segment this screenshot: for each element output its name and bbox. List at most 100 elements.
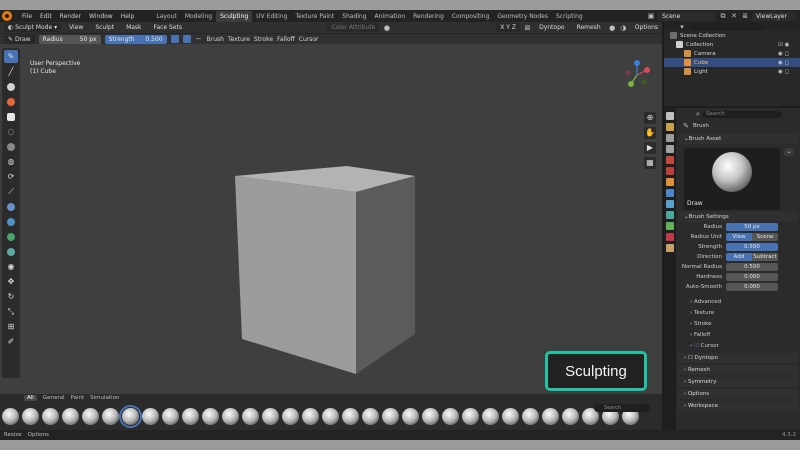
filter-icon[interactable]: ▾ [678,23,686,31]
outliner-row-collection[interactable]: Collection ☑ ◉ [664,40,800,49]
subpanel-advanced[interactable]: › Advanced [676,296,800,307]
brush-thumbnail[interactable] [222,407,239,425]
tool-annotate[interactable]: ✐ [4,335,18,348]
tool-transform[interactable]: ⊞ [4,320,18,333]
brush-thumbnail[interactable] [182,407,199,425]
brush-thumbnail[interactable] [502,407,519,425]
symmetry-toggles[interactable]: X Y Z [496,23,520,32]
menu-face-sets[interactable]: Face Sets [150,23,186,32]
tab-texture-paint[interactable]: Texture Paint [291,11,338,22]
brush-thumbnail[interactable] [2,407,19,425]
object-tab-icon[interactable] [666,178,674,186]
tool-trim[interactable]: ⟳ [4,170,18,183]
cursor-menu[interactable]: Cursor [299,36,319,43]
grid-icon[interactable]: ▦ [644,157,656,169]
remesh-panel-header[interactable]: › Remesh [678,365,798,375]
tool-lasso[interactable]: ◌ [4,125,18,138]
direction-subtract[interactable]: Subtract [752,253,778,261]
tool-paint[interactable] [4,80,18,93]
tool-face-set[interactable]: ◍ [4,155,18,168]
zoom-icon[interactable]: ⊕ [644,112,656,124]
outliner-search-input[interactable] [692,23,762,30]
visibility-eye-icon[interactable]: ◉ ◻ [778,60,794,66]
3d-viewport[interactable]: User Perspective (1) Cube ⊕ ✋ ▶ ▦ Sculpt… [0,44,662,398]
radius-value-field[interactable]: 50 px [726,223,778,231]
subpanel-falloff[interactable]: › Falloff [676,329,800,340]
tool-rotate[interactable]: ↻ [4,290,18,303]
dyntopo-menu[interactable]: Dyntopo [535,23,568,32]
radius-unit-scene[interactable]: Scene [752,233,778,241]
symmetry-panel-header[interactable]: › Symmetry [678,377,798,387]
brush-thumbnail[interactable] [22,407,39,425]
particles-tab-icon[interactable] [666,200,674,208]
menu-window[interactable]: Window [85,13,117,20]
dyntopo-panel-header[interactable]: › ☐ Dyntopo [678,353,798,363]
visibility-eye-icon[interactable]: ◉ ◻ [778,69,794,75]
checkbox-checked-icon[interactable]: ☑ [694,343,701,349]
lock-icon[interactable]: ⊠ [524,24,531,32]
brush-thumbnail[interactable] [342,407,359,425]
menu-help[interactable]: Help [117,13,139,20]
brush-thumbnail[interactable] [262,407,279,425]
strength-field[interactable]: Strength 0.500 [104,34,167,44]
brush-menu[interactable]: Brush [207,36,224,43]
color-attribute-button[interactable]: Color Attribute [327,23,380,32]
brush-thumbnail[interactable] [242,407,259,425]
normal-radius-field[interactable]: 0.500 [726,263,778,271]
brush-thumbnail[interactable] [522,407,539,425]
tool-line[interactable]: ╱ [4,65,18,78]
output-tab-icon[interactable] [666,134,674,142]
tool-move[interactable]: ✥ [4,275,18,288]
brush-thumbnail[interactable] [322,407,339,425]
mode-dropdown[interactable]: ◐ Sculpt Mode ▾ [4,23,62,32]
menu-mask[interactable]: Mask [122,23,145,32]
data-tab-icon[interactable] [666,222,674,230]
texture-tab-icon[interactable] [666,244,674,252]
direction-add[interactable]: Add [726,253,752,261]
menu-file[interactable]: File [18,13,36,20]
falloff-menu[interactable]: Falloff [277,36,295,43]
shelf-tab-simulation[interactable]: Simulation [90,395,119,401]
tool-scale[interactable]: ⤡ [4,305,18,318]
tool-mask[interactable] [4,140,18,153]
brush-thumbnail-draw[interactable] [119,404,142,428]
scene-selector[interactable]: Scene [658,11,716,21]
brush-thumbnail[interactable] [462,407,479,425]
chevron-down-icon[interactable]: ⌄ [784,148,794,156]
tool-tab-icon[interactable] [666,112,674,120]
checkbox-icon[interactable]: ☐ [688,355,695,361]
brush-thumbnail[interactable] [482,407,499,425]
tool-box[interactable] [4,110,18,123]
brush-thumbnail[interactable] [442,407,459,425]
outliner-row-scene-collection[interactable]: Scene Collection [664,31,800,40]
brush-thumbnail[interactable] [162,407,179,425]
shelf-tab-paint[interactable]: Paint [71,395,85,401]
tab-layout[interactable]: Layout [152,11,180,22]
tab-compositing[interactable]: Compositing [448,11,494,22]
camera-icon[interactable]: ▶ [644,142,656,154]
outliner-row-camera[interactable]: Camera ◉ ◻ [664,49,800,58]
outliner-row-cube[interactable]: Cube ◉ ◻ [664,58,800,67]
add-toggle[interactable] [182,35,191,43]
subpanel-texture[interactable]: › Texture [676,307,800,318]
brush-asset-panel-header[interactable]: ⌄ Brush Asset [678,134,798,144]
scene-tab-icon[interactable] [666,156,674,164]
brush-thumbnail[interactable] [82,407,99,425]
brush-thumbnail[interactable] [362,407,379,425]
tab-rendering[interactable]: Rendering [409,11,448,22]
tab-sculpting[interactable]: Sculpting [216,10,253,22]
view-layer-selector[interactable]: ViewLayer [752,11,796,21]
world-tab-icon[interactable] [666,167,674,175]
subpanel-cursor[interactable]: › ☑ Cursor [676,340,800,351]
cube-object[interactable] [230,164,430,374]
tab-animation[interactable]: Animation [371,11,410,22]
tool-color-filter[interactable] [4,230,18,243]
pressure-toggle[interactable] [170,35,179,43]
physics-tab-icon[interactable] [666,211,674,219]
tab-shading[interactable]: Shading [338,11,370,22]
render-tab-icon[interactable] [666,123,674,131]
brush-thumbnail[interactable] [402,407,419,425]
brush-preview-frame[interactable]: Draw [684,148,780,210]
shelf-tab-general[interactable]: General [43,395,65,401]
tab-geometry-nodes[interactable]: Geometry Nodes [493,11,552,22]
